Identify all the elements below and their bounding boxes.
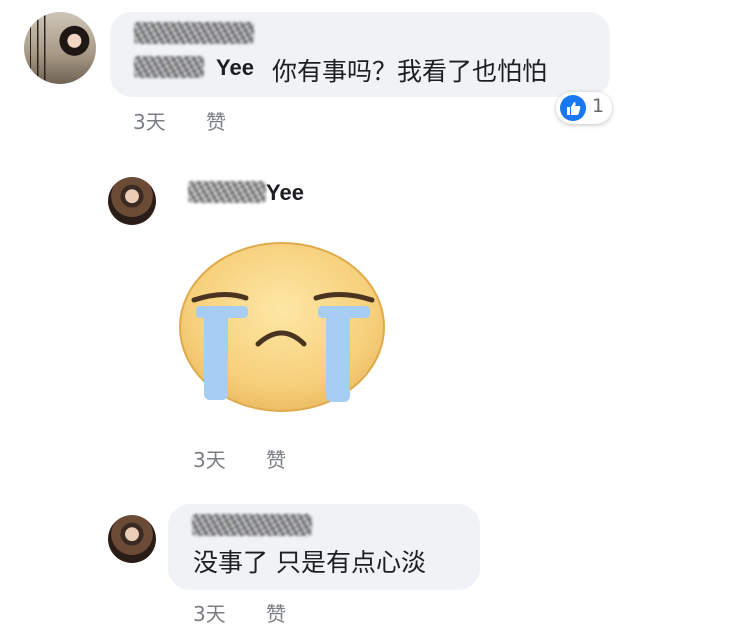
redacted-name — [134, 56, 204, 78]
comment-time[interactable]: 3天 — [133, 106, 166, 135]
thumbs-up-icon — [560, 95, 586, 121]
mentioned-name[interactable]: Yee — [216, 55, 254, 81]
like-link[interactable]: 赞 — [266, 598, 286, 627]
reply-avatar[interactable] — [108, 177, 156, 225]
redacted-name — [134, 22, 254, 44]
reply-avatar[interactable] — [108, 515, 156, 563]
comment-time[interactable]: 3天 — [193, 444, 226, 473]
redacted-name — [188, 181, 266, 203]
like-link[interactable]: 赞 — [206, 106, 226, 135]
comment-text: 你有事吗？我看了也怕怕 — [272, 57, 548, 86]
comment-time[interactable]: 3天 — [193, 598, 226, 627]
reaction-summary[interactable]: 1 — [556, 92, 612, 124]
comment-text: 没事了 只是有点心淡 — [193, 548, 426, 577]
reaction-count: 1 — [592, 95, 605, 117]
crying-face-sticker[interactable] — [176, 240, 388, 414]
like-link[interactable]: 赞 — [266, 444, 286, 473]
reply-author-name[interactable]: Yee — [266, 180, 304, 206]
commenter-avatar[interactable] — [24, 12, 96, 84]
redacted-name — [192, 514, 312, 536]
